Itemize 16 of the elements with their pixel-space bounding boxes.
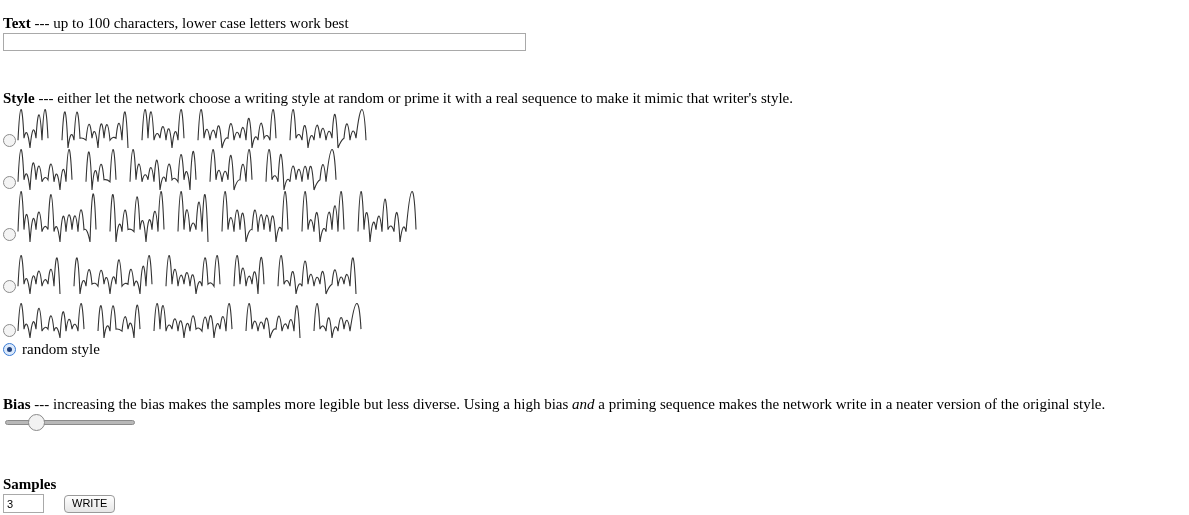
radio-button[interactable] [3,324,16,337]
radio-label: random style [22,340,100,358]
bias-slider[interactable] [5,414,135,431]
samples-input-field[interactable]: 3 [3,494,44,513]
samples-title: Samples [3,475,58,493]
slider-thumb[interactable] [27,414,45,431]
style-label: Style --- either let the network choose a writing style at random or prime it with a real sequence to make it mimic that writer's style. [3,89,794,107]
radio-button[interactable] [3,228,16,241]
radio-button[interactable] [3,280,16,293]
radio-button[interactable] [3,134,16,147]
text-input-field[interactable] [3,33,526,51]
radio-button[interactable] [3,176,16,189]
bias-label: Bias --- increasing the bias makes the samples more legible but less diverse. Using a high bias and a priming sequence makes the network write in a neater version of the original style. [3,395,1107,413]
radio-button[interactable] [3,342,16,356]
text-label: Text --- up to 100 characters, lower case letters work best [3,14,350,32]
write-button[interactable]: WRITE [64,494,116,513]
